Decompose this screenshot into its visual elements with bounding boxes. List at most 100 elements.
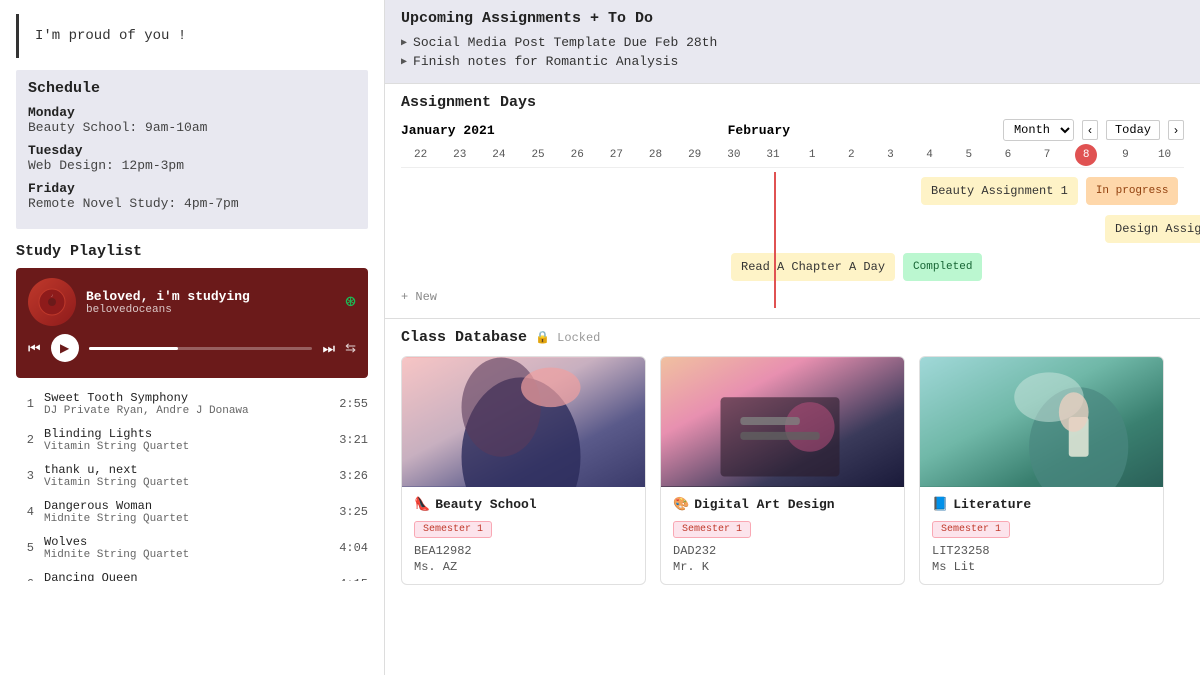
calendar-date-cell[interactable]: 22 (401, 147, 440, 163)
digital-icon: 🎨 (673, 497, 689, 512)
share-button[interactable]: ⇆ (345, 340, 356, 356)
digital-card-image (661, 357, 904, 487)
track-item[interactable]: 3 thank u, next Vitamin String Quartet 3… (16, 458, 368, 494)
beauty-code: BEA12982 (414, 544, 633, 558)
class-database-section: Class Database 🔒 Locked (385, 319, 1200, 675)
date-number: 8 (1083, 149, 1090, 161)
calendar-date-cell[interactable]: 24 (479, 147, 518, 163)
track-item[interactable]: 5 Wolves Midnite String Quartet 4:04 (16, 530, 368, 566)
read-chapter-bar[interactable]: Read A Chapter A Day (731, 253, 895, 281)
day-tuesday-detail: Web Design: 12pm-3pm (28, 158, 356, 173)
month-dropdown[interactable]: Month Week Day (1003, 119, 1074, 141)
calendar-title: Assignment Days (401, 94, 1184, 111)
calendar-date-cell[interactable]: 6 (988, 147, 1027, 163)
todo-text-1: Social Media Post Template Due Feb 28th (413, 35, 717, 50)
spotify-player: ♪ Beloved, i'm studying belovedoceans ⊛ … (16, 268, 368, 378)
svg-text:♪: ♪ (50, 293, 53, 299)
class-db-header: Class Database 🔒 Locked (401, 329, 1184, 346)
literature-name: Literature (953, 497, 1031, 512)
digital-semester: Semester 1 (673, 521, 751, 538)
design-assignment-bar[interactable]: Design Assignment 2 (1105, 215, 1200, 243)
track-info: Dancing Queen Midnite String Quartet (44, 571, 339, 581)
beauty-teacher: Ms. AZ (414, 560, 633, 574)
track-number: 5 (16, 541, 34, 555)
day-monday-detail: Beauty School: 9am-10am (28, 120, 356, 135)
calendar-date-cell[interactable]: 30 (714, 147, 753, 163)
gantt-row-design: Design Assignment 2 (401, 210, 1184, 248)
todo-item-1: ▶ Social Media Post Template Due Feb 28t… (401, 35, 1184, 50)
literature-card-body: 📘 Literature Semester 1 LIT23258 Ms Lit (920, 487, 1163, 584)
date-number: 30 (727, 149, 740, 161)
class-card-literature[interactable]: 📘 Literature Semester 1 LIT23258 Ms Lit (919, 356, 1164, 585)
player-controls[interactable]: ⏮ ▶ ⏭ ⇆ (28, 334, 356, 362)
spotify-icon: ⊛ (345, 291, 356, 313)
calendar-date-cell[interactable]: 25 (518, 147, 557, 163)
date-number: 2 (848, 149, 855, 161)
track-item[interactable]: 1 Sweet Tooth Symphony DJ Private Ryan, … (16, 386, 368, 422)
calendar-date-cell[interactable]: 27 (597, 147, 636, 163)
calendar-date-cell[interactable]: 26 (558, 147, 597, 163)
track-item[interactable]: 2 Blinding Lights Vitamin String Quartet… (16, 422, 368, 458)
gantt-row-read: Read A Chapter A Day Completed (401, 248, 1184, 286)
cal-next-button[interactable]: › (1168, 120, 1184, 140)
beauty-icon: 👠 (414, 497, 430, 512)
track-item[interactable]: 6 Dancing Queen Midnite String Quartet 4… (16, 566, 368, 581)
track-name: Dancing Queen (44, 571, 339, 581)
playlist-tracks: 1 Sweet Tooth Symphony DJ Private Ryan, … (16, 386, 368, 581)
track-number: 2 (16, 433, 34, 447)
beauty-assignment-bar[interactable]: Beauty Assignment 1 (921, 177, 1078, 205)
cal-prev-button[interactable]: ‹ (1082, 120, 1098, 140)
todo-item-2: ▶ Finish notes for Romantic Analysis (401, 54, 1184, 69)
track-duration: 2:55 (339, 397, 368, 411)
design-assignment-label: Design Assignment 2 (1115, 222, 1200, 236)
locked-label: 🔒 Locked (535, 330, 600, 345)
literature-icon: 📘 (932, 497, 948, 512)
date-number: 1 (809, 149, 816, 161)
calendar-date-cell[interactable]: 7 (1028, 147, 1067, 163)
beauty-card-title: 👠 Beauty School (414, 497, 633, 512)
track-name: Dangerous Woman (44, 499, 339, 513)
day-monday: Monday (28, 105, 356, 120)
date-number: 24 (492, 149, 505, 161)
track-name: Blinding Lights (44, 427, 339, 441)
skip-back-button[interactable]: ⏮ (28, 340, 41, 357)
calendar-date-cell[interactable]: 29 (675, 147, 714, 163)
calendar-date-cell[interactable]: 2 (832, 147, 871, 163)
date-number: 3 (887, 149, 894, 161)
completed-label: Completed (913, 261, 972, 273)
upcoming-section: Upcoming Assignments + To Do ▶ Social Me… (385, 0, 1200, 84)
beauty-name: Beauty School (435, 497, 536, 512)
skip-forward-button[interactable]: ⏭ (322, 340, 335, 357)
calendar-date-cell[interactable]: 9 (1106, 147, 1145, 163)
calendar-date-cell[interactable]: 3 (871, 147, 910, 163)
calendar-date-cell[interactable]: 28 (636, 147, 675, 163)
track-info: thank u, next Vitamin String Quartet (44, 463, 339, 489)
add-new-button[interactable]: + New (401, 286, 437, 308)
digital-card-title: 🎨 Digital Art Design (673, 497, 892, 512)
calendar-date-cell[interactable]: 23 (440, 147, 479, 163)
calendar-date-cell[interactable]: 10 (1145, 147, 1184, 163)
calendar-date-cell[interactable]: 31 (753, 147, 792, 163)
feb-label: February (515, 123, 1003, 138)
track-number: 6 (16, 577, 34, 581)
calendar-date-cell[interactable]: 8 (1067, 147, 1106, 163)
track-item[interactable]: 4 Dangerous Woman Midnite String Quartet… (16, 494, 368, 530)
date-number: 26 (571, 149, 584, 161)
track-number: 1 (16, 397, 34, 411)
upcoming-title: Upcoming Assignments + To Do (401, 10, 1184, 27)
class-card-beauty[interactable]: 👠 Beauty School Semester 1 BEA12982 Ms. … (401, 356, 646, 585)
class-card-digital[interactable]: 🎨 Digital Art Design Semester 1 DAD232 M… (660, 356, 905, 585)
calendar-date-cell[interactable]: 1 (793, 147, 832, 163)
playlist-section: Study Playlist ♪ Beloved, i'm studying b… (16, 243, 368, 581)
calendar-controls[interactable]: Month Week Day ‹ Today › (1003, 119, 1184, 141)
play-pause-button[interactable]: ▶ (51, 334, 79, 362)
read-chapter-label: Read A Chapter A Day (741, 260, 885, 274)
track-artist: Vitamin String Quartet (44, 477, 339, 489)
calendar-date-cell[interactable]: 4 (910, 147, 949, 163)
calendar-date-cell[interactable]: 5 (949, 147, 988, 163)
progress-bar-fill (89, 347, 179, 350)
today-button[interactable]: Today (1106, 120, 1160, 140)
track-name: Wolves (44, 535, 339, 549)
date-number: 7 (1044, 149, 1051, 161)
schedule-section: Schedule Monday Beauty School: 9am-10am … (16, 70, 368, 229)
